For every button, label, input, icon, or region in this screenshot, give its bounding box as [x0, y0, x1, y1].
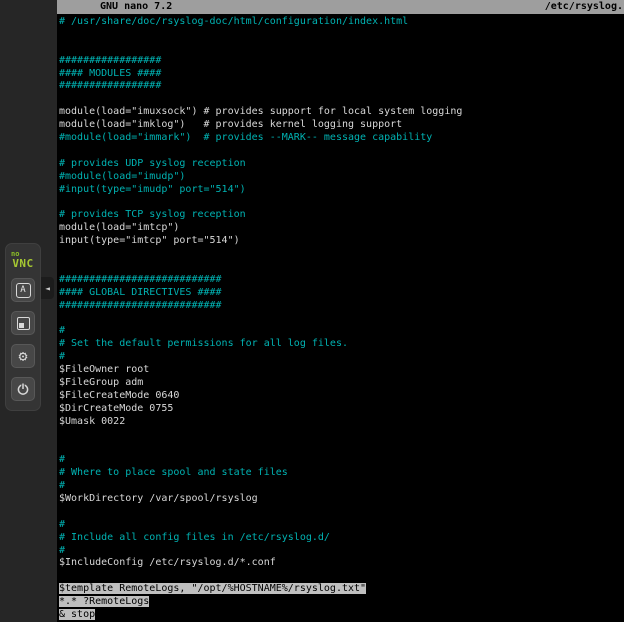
- editor-line: input(type="imtcp" port="514"): [59, 235, 624, 248]
- editor-line: *.* ?RemoteLogs: [59, 596, 624, 609]
- editor-line: $FileGroup adm: [59, 377, 624, 390]
- editor-line: #: [59, 545, 624, 558]
- editor-line: [59, 29, 624, 42]
- editor-line: # provides TCP syslog reception: [59, 209, 624, 222]
- fullscreen-button[interactable]: [11, 311, 35, 335]
- editor-line: [59, 93, 624, 106]
- editor-line: [59, 261, 624, 274]
- editor-line: #: [59, 519, 624, 532]
- power-icon: [15, 381, 31, 397]
- vnc-screen: GNU nano 7.2 /etc/rsyslog. # /usr/share/…: [0, 0, 624, 622]
- editor-line: $IncludeConfig /etc/rsyslog.d/*.conf: [59, 557, 624, 570]
- gear-icon: ⚙: [18, 349, 27, 364]
- editor-line: #################: [59, 55, 624, 68]
- nano-titlebar: GNU nano 7.2 /etc/rsyslog.: [57, 0, 624, 14]
- novnc-logo: no VNC: [6, 249, 40, 269]
- editor-line: #### GLOBAL DIRECTIVES ####: [59, 287, 624, 300]
- editor-line: [59, 441, 624, 454]
- power-button[interactable]: [11, 377, 35, 401]
- editor-line: #: [59, 480, 624, 493]
- editor-line: #module(load="imudp"): [59, 171, 624, 184]
- editor-line: $template RemoteLogs, "/opt/%HOSTNAME%/r…: [59, 583, 624, 596]
- keyboard-button[interactable]: A: [11, 278, 35, 302]
- nano-filename-label: /etc/rsyslog.: [545, 0, 623, 14]
- editor-line: # Include all config files in /etc/rsysl…: [59, 532, 624, 545]
- editor-line: [59, 506, 624, 519]
- editor-line: #input(type="imudp" port="514"): [59, 184, 624, 197]
- editor-line: #: [59, 454, 624, 467]
- editor-line: # /usr/share/doc/rsyslog-doc/html/config…: [59, 16, 624, 29]
- editor-line: #module(load="immark") # provides --MARK…: [59, 132, 624, 145]
- settings-button[interactable]: ⚙: [11, 344, 35, 368]
- editor-line: #: [59, 325, 624, 338]
- editor-line: ###########################: [59, 274, 624, 287]
- editor-text-area[interactable]: # /usr/share/doc/rsyslog-doc/html/config…: [59, 16, 624, 622]
- editor-line: [59, 570, 624, 583]
- editor-line: [59, 145, 624, 158]
- editor-line: & stop: [59, 609, 624, 622]
- editor-line: [59, 429, 624, 442]
- editor-line: [59, 248, 624, 261]
- editor-line: $WorkDirectory /var/spool/rsyslog: [59, 493, 624, 506]
- editor-line: #################: [59, 80, 624, 93]
- editor-line: #### MODULES ####: [59, 68, 624, 81]
- chevron-left-icon: ◄: [45, 284, 50, 293]
- editor-line: ###########################: [59, 300, 624, 313]
- nano-version-label: GNU nano 7.2: [100, 0, 172, 14]
- fullscreen-icon: [17, 317, 30, 330]
- novnc-control-bar: no VNC A ⚙: [5, 243, 41, 411]
- editor-line: $FileOwner root: [59, 364, 624, 377]
- control-bar-handle[interactable]: ◄: [41, 277, 54, 299]
- editor-line: # Where to place spool and state files: [59, 467, 624, 480]
- editor-line: $DirCreateMode 0755: [59, 403, 624, 416]
- editor-line: module(load="imuxsock") # provides suppo…: [59, 106, 624, 119]
- editor-line: [59, 196, 624, 209]
- editor-line: # Set the default permissions for all lo…: [59, 338, 624, 351]
- terminal-window[interactable]: GNU nano 7.2 /etc/rsyslog. # /usr/share/…: [57, 0, 624, 622]
- editor-line: module(load="imtcp"): [59, 222, 624, 235]
- editor-line: #: [59, 351, 624, 364]
- editor-line: # provides UDP syslog reception: [59, 158, 624, 171]
- editor-line: $Umask 0022: [59, 416, 624, 429]
- editor-line: [59, 42, 624, 55]
- novnc-logo-vnc-text: VNC: [6, 258, 40, 269]
- editor-line: $FileCreateMode 0640: [59, 390, 624, 403]
- editor-line: [59, 312, 624, 325]
- editor-line: module(load="imklog") # provides kernel …: [59, 119, 624, 132]
- keyboard-icon: A: [16, 283, 31, 298]
